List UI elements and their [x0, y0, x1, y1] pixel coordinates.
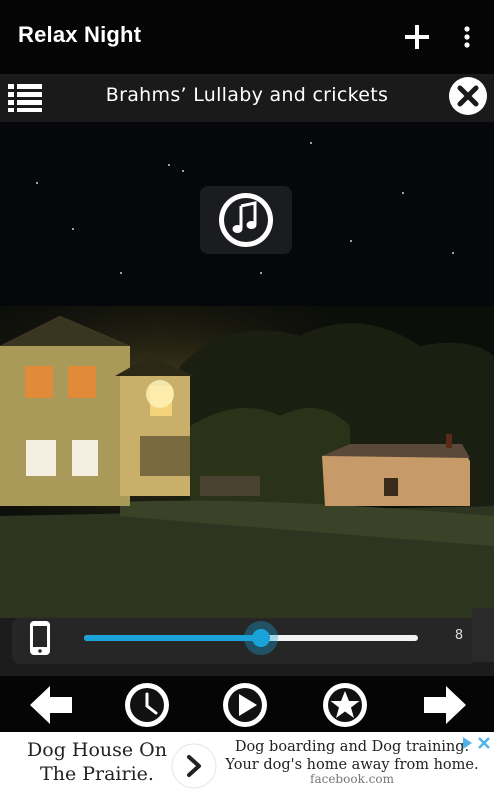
play-icon[interactable] — [220, 680, 270, 730]
arrow-right-icon[interactable] — [420, 680, 470, 730]
clock-icon[interactable] — [122, 680, 172, 730]
side-tab[interactable] — [472, 608, 494, 662]
slider-thumb — [252, 629, 271, 647]
music-note-icon[interactable] — [215, 190, 277, 250]
volume-slider[interactable] — [84, 620, 420, 658]
plus-icon[interactable] — [402, 22, 432, 52]
list-icon[interactable] — [6, 80, 44, 114]
ad-title[interactable]: Dog House On The Prairie. — [6, 738, 188, 786]
star-icon[interactable] — [320, 680, 370, 730]
night-house-scene — [0, 306, 494, 618]
close-circle-icon[interactable] — [446, 74, 490, 118]
ad-source[interactable]: facebook.com — [222, 772, 482, 786]
phone-icon[interactable] — [26, 620, 54, 656]
arrow-left-icon[interactable] — [26, 680, 76, 730]
side-number: 8 — [454, 628, 464, 643]
slider-fill — [84, 635, 262, 641]
app-title: Relax Night — [18, 22, 142, 47]
ad-choices-icon[interactable] — [460, 734, 492, 752]
track-title: Brahms’ Lullaby and crickets — [105, 84, 389, 106]
ad-description[interactable]: Dog boarding and Dog training. Your dog'… — [222, 738, 482, 774]
more-vert-icon[interactable] — [460, 24, 474, 50]
ad-arrow-icon[interactable] — [170, 742, 218, 790]
